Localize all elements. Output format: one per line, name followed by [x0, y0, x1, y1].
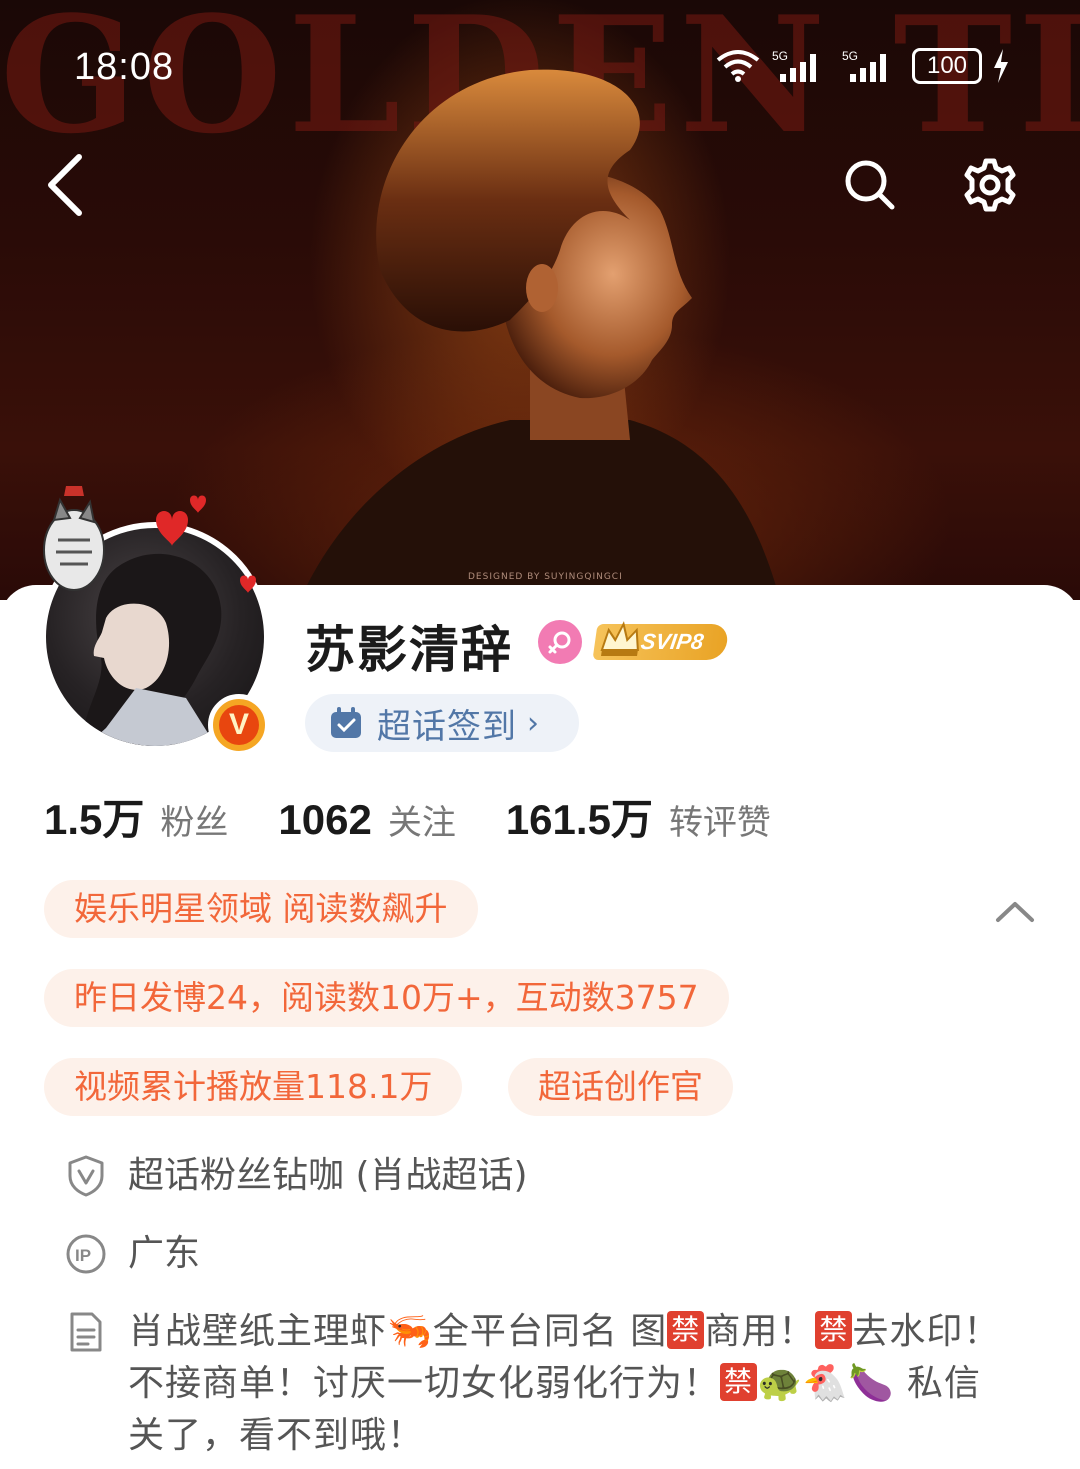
gear-icon — [964, 158, 1016, 212]
status-icons: 5G 5G 100 — [714, 48, 1010, 84]
settings-button[interactable] — [955, 150, 1025, 220]
banner-credit: DESIGNED BY SUYINGQINGCI — [468, 572, 623, 582]
checkin-label: 超话签到 — [377, 706, 517, 747]
following-label: 关注 — [387, 803, 456, 843]
svg-text:IP: IP — [75, 1246, 91, 1265]
stat-interactions[interactable]: 161.5万 转评赞 — [506, 786, 771, 847]
ip-location-text: 广东 — [128, 1233, 201, 1274]
avatar-container[interactable]: V — [36, 480, 286, 760]
verified-badge: V — [208, 694, 270, 756]
status-bar: 18:08 5G 5G 100 — [0, 40, 1080, 96]
stat-following[interactable]: 1062 关注 — [278, 795, 455, 844]
eggplant-emoji: 🍆 — [848, 1363, 895, 1404]
cellular-signal-icon-2: 5G — [842, 49, 886, 82]
chevron-right-icon: › — [527, 705, 539, 741]
tag-supertopic-creator[interactable]: 超话创作官 — [508, 1058, 733, 1116]
battery-indicator: 100 — [912, 48, 982, 84]
search-icon — [845, 160, 895, 210]
gender-female-icon — [538, 620, 582, 664]
ip-location-row: IP 广东 — [64, 1228, 200, 1280]
svg-text:5G: 5G — [842, 49, 858, 63]
charging-icon — [994, 49, 1008, 83]
cellular-signal-icon: 5G — [772, 49, 816, 82]
turtle-emoji: 🐢 — [757, 1363, 803, 1404]
svip-badge[interactable]: SVIP8 — [592, 621, 730, 660]
fan-level-row[interactable]: 超话粉丝钻咖 (肖战超话) — [64, 1150, 528, 1202]
ban-emoji-3: 禁 — [720, 1363, 758, 1401]
chicken-emoji: 🐔 — [802, 1363, 849, 1404]
followers-count: 1.5万 — [44, 796, 145, 843]
svip-label: SVIP8 — [639, 629, 706, 654]
stats-row: 1.5万 粉丝 1062 关注 161.5万 转评赞 — [44, 786, 821, 847]
shrimp-emoji: 🦐 — [387, 1311, 433, 1352]
document-icon — [70, 1312, 102, 1352]
shield-v-icon — [68, 1155, 104, 1197]
cat-and-hearts-decoration — [43, 486, 256, 593]
svg-text:5G: 5G — [772, 49, 788, 63]
ban-emoji: 禁 — [667, 1311, 705, 1349]
bio-text: 肖战壁纸主理虾🦐全平台同名 图禁商用！禁去水印！不接商单！讨厌一切女化弱化行为！… — [128, 1306, 1008, 1462]
interactions-count: 161.5万 — [505, 796, 653, 843]
followers-label: 粉丝 — [160, 803, 229, 843]
collapse-button[interactable] — [990, 890, 1040, 930]
supertopic-checkin-button[interactable]: 超话签到 › — [305, 694, 579, 752]
tag-video-plays[interactable]: 视频累计播放量118.1万 — [44, 1058, 463, 1116]
banner-portrait — [300, 69, 780, 600]
back-button[interactable] — [30, 150, 100, 220]
status-time: 18:08 — [74, 46, 175, 88]
tag-domain[interactable]: 娱乐明星领域 阅读数飙升 — [44, 880, 478, 938]
calendar-check-icon — [331, 707, 361, 738]
crown-icon — [600, 621, 639, 656]
interactions-label: 转评赞 — [668, 803, 771, 843]
ip-icon: IP — [66, 1234, 106, 1274]
bio-part-3: 商用！ — [704, 1311, 816, 1352]
stat-followers[interactable]: 1.5万 粉丝 — [44, 786, 228, 847]
bio-part-2: 全平台同名 图 — [432, 1311, 668, 1352]
ban-emoji-2: 禁 — [815, 1311, 853, 1349]
verified-v-icon: V — [219, 705, 259, 745]
fan-level-text: 超话粉丝钻咖 (肖战超话) — [128, 1155, 528, 1196]
bio-row: 肖战壁纸主理虾🦐全平台同名 图禁商用！禁去水印！不接商单！讨厌一切女化弱化行为！… — [64, 1306, 1008, 1462]
following-count: 1062 — [278, 796, 372, 843]
username: 苏影清辞 — [305, 621, 513, 679]
chevron-up-icon — [996, 902, 1034, 922]
wifi-icon — [716, 50, 760, 82]
tag-yesterday-stats[interactable]: 昨日发博24，阅读数10万+，互动数3757 — [44, 969, 729, 1027]
search-button[interactable] — [835, 150, 905, 220]
chevron-left-icon — [48, 154, 82, 216]
bio-part-1: 肖战壁纸主理虾 — [128, 1311, 388, 1352]
